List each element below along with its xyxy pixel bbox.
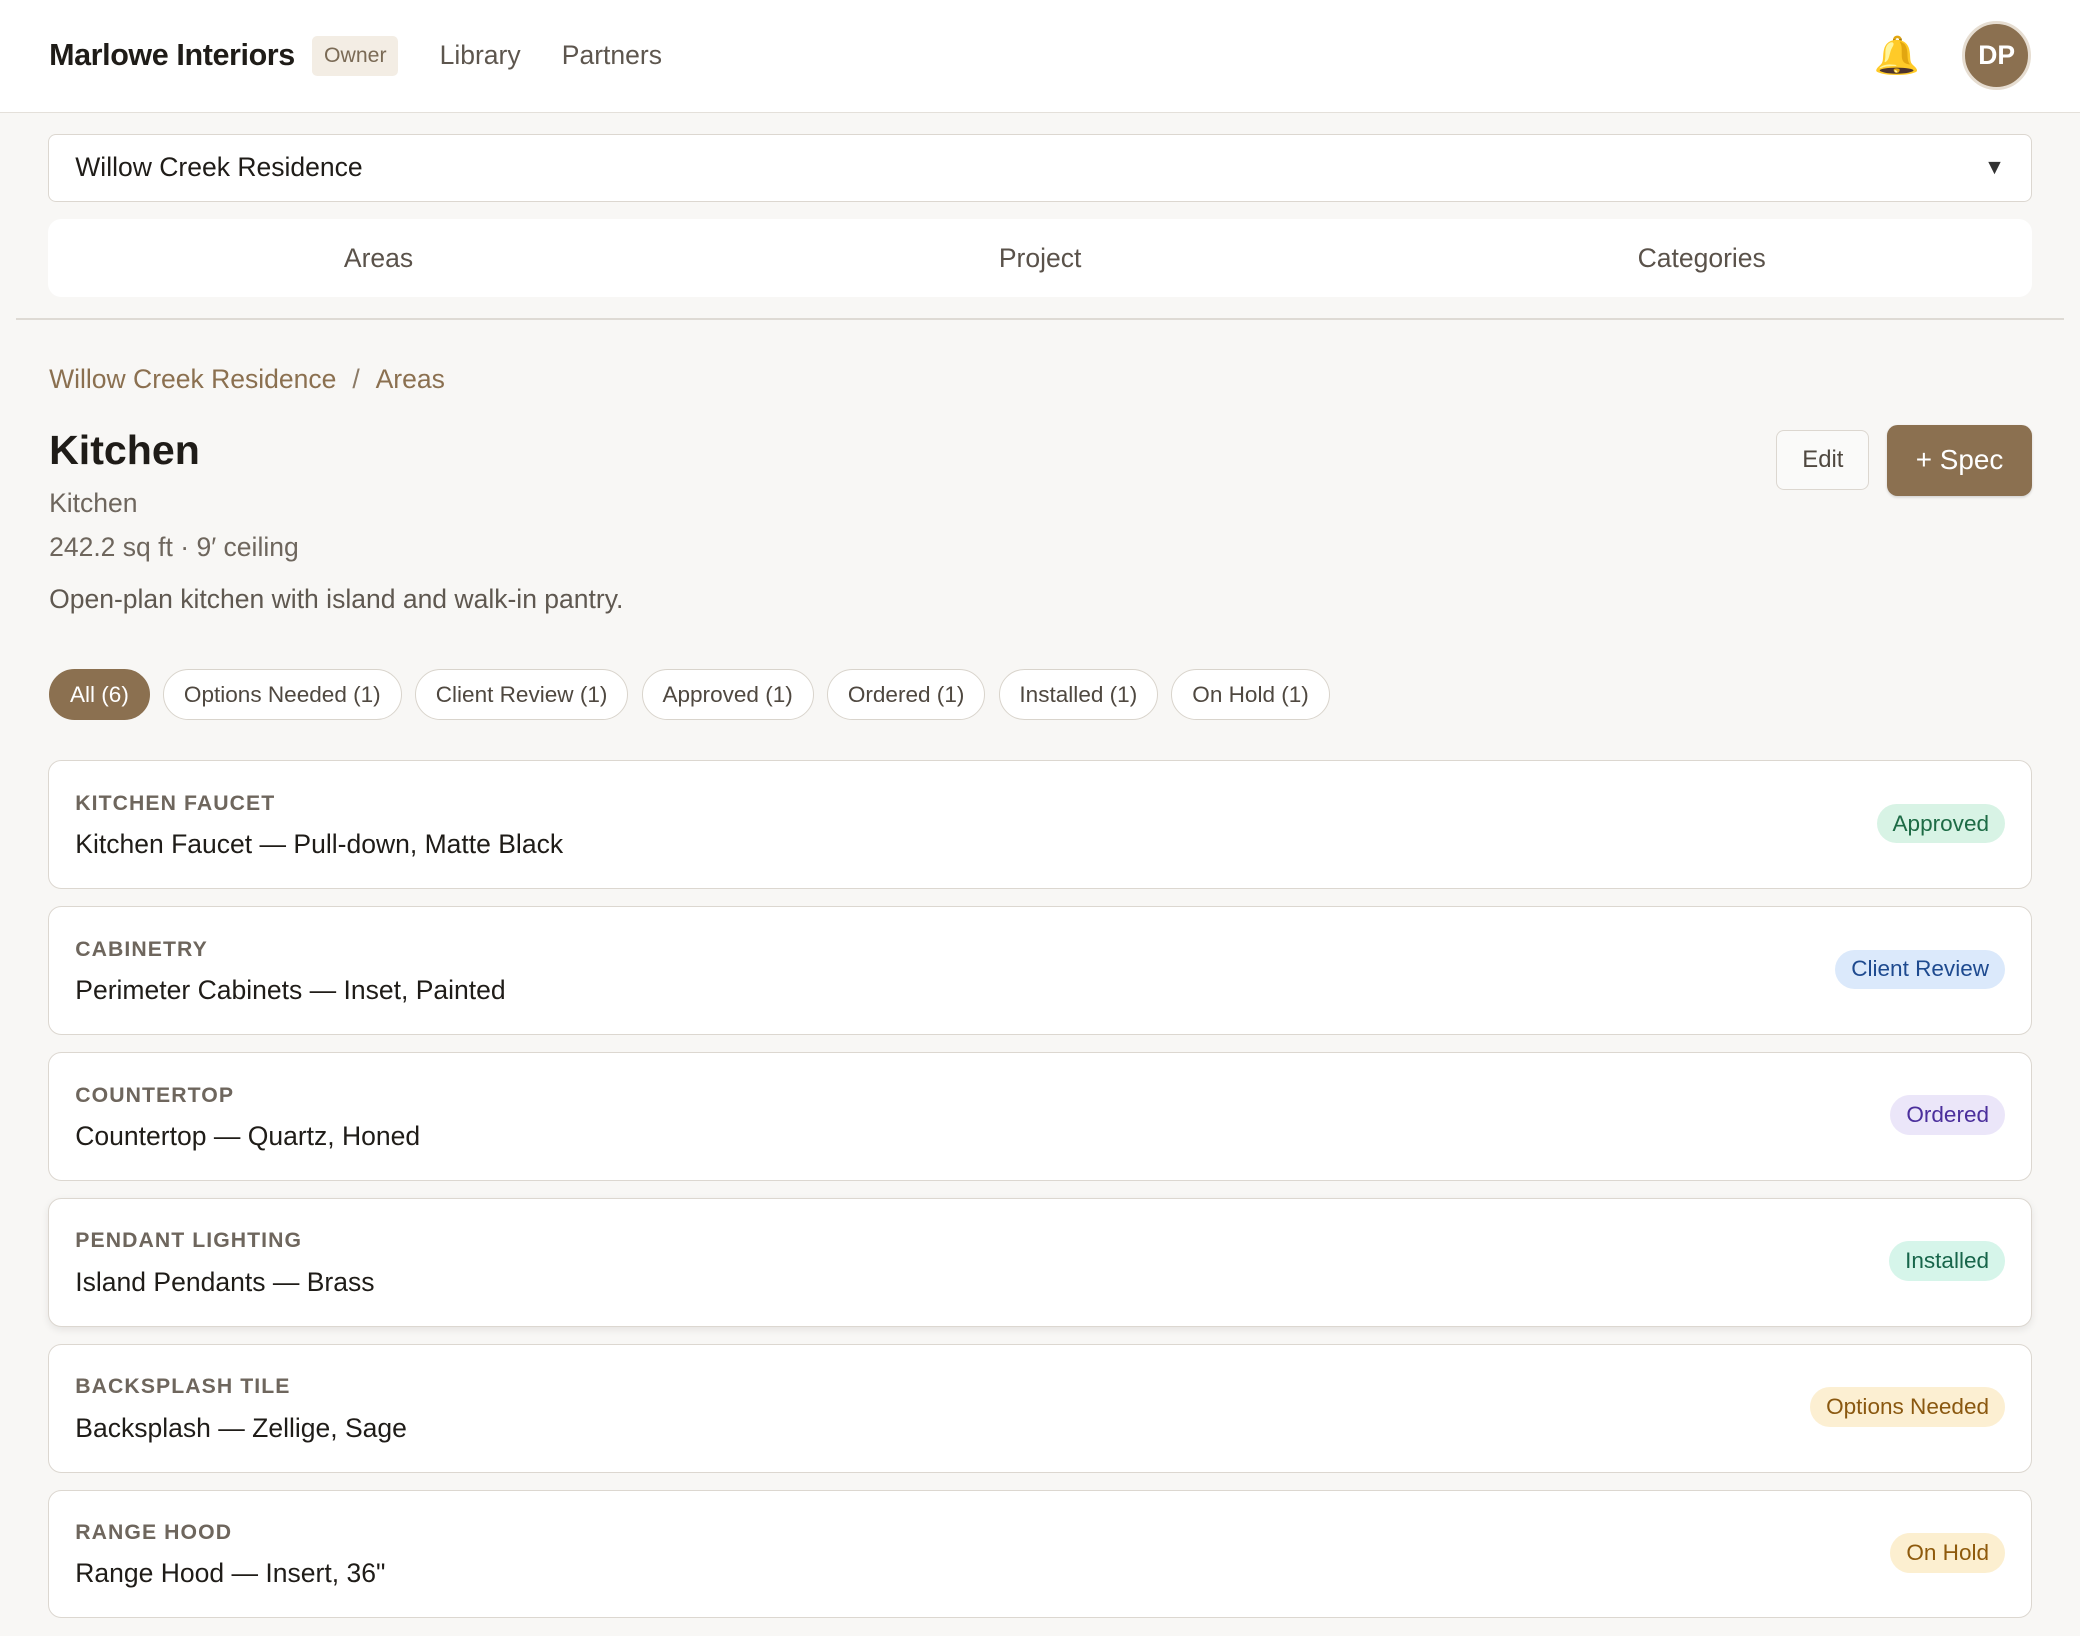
avatar[interactable]: DP: [1962, 21, 2032, 91]
filter-options-needed[interactable]: Options Needed (1): [163, 668, 402, 721]
filter-on-hold[interactable]: On Hold (1): [1171, 668, 1330, 721]
project-selector[interactable]: Willow Creek Residence ▼: [47, 133, 2033, 202]
filter-ordered[interactable]: Ordered (1): [826, 668, 986, 721]
status-badge: Approved: [1876, 803, 2005, 844]
spec-card[interactable]: BACKSPLASH TILE Backsplash — Zellige, Sa…: [47, 1343, 2033, 1473]
tab-categories[interactable]: Categories: [1371, 219, 2033, 297]
brand-logo[interactable]: Marlowe Interiors: [49, 38, 295, 73]
spec-category: BACKSPLASH TILE: [75, 1375, 291, 1399]
section-tabs: Areas Project Categories: [47, 218, 2033, 298]
breadcrumb-areas[interactable]: Areas: [376, 364, 445, 395]
spec-card[interactable]: COUNTERTOP Countertop — Quartz, Honed Or…: [47, 1052, 2033, 1181]
status-badge: Options Needed: [1810, 1387, 2005, 1428]
area-type: Kitchen: [49, 488, 138, 519]
project-selector-value: Willow Creek Residence: [75, 152, 363, 183]
chevron-down-icon: ▼: [1983, 155, 2005, 179]
bell-icon[interactable]: 🔔: [1874, 37, 1920, 74]
role-badge: Owner: [312, 35, 399, 76]
spec-name: Perimeter Cabinets — Inset, Painted: [75, 974, 506, 1005]
spec-name: Island Pendants — Brass: [75, 1266, 375, 1297]
spec-name: Range Hood — Insert, 36": [75, 1558, 386, 1589]
filter-installed[interactable]: Installed (1): [998, 668, 1159, 721]
tab-areas[interactable]: Areas: [48, 219, 710, 297]
spec-card[interactable]: CABINETRY Perimeter Cabinets — Inset, Pa…: [47, 906, 2033, 1035]
app-root: Marlowe Interiors Owner Library Partners…: [0, 0, 2080, 1636]
spec-category: CABINETRY: [75, 937, 208, 961]
status-badge: Ordered: [1890, 1095, 2005, 1136]
filter-approved[interactable]: Approved (1): [641, 668, 814, 721]
add-spec-button[interactable]: + Spec: [1886, 424, 2033, 497]
breadcrumb-separator: /: [352, 363, 360, 394]
area-dimensions: 242.2 sq ft · 9′ ceiling: [49, 532, 299, 562]
spec-category: PENDANT LIGHTING: [75, 1229, 303, 1253]
spec-category: KITCHEN FAUCET: [75, 791, 276, 815]
spec-category: RANGE HOOD: [75, 1521, 233, 1545]
breadcrumb-project[interactable]: Willow Creek Residence: [49, 364, 336, 395]
spec-card[interactable]: RANGE HOOD Range Hood — Insert, 36" On H…: [47, 1489, 2033, 1619]
filter-client-review[interactable]: Client Review (1): [414, 668, 629, 721]
spec-card[interactable]: PENDANT LIGHTING Island Pendants — Brass…: [47, 1197, 2033, 1327]
edit-button[interactable]: Edit: [1776, 429, 1870, 490]
status-filters: All (6) Options Needed (1) Client Review…: [49, 668, 1330, 721]
status-badge: On Hold: [1890, 1533, 2005, 1574]
top-nav: Marlowe Interiors Owner Library Partners…: [0, 0, 2080, 113]
divider: [15, 318, 2065, 320]
nav-partners[interactable]: Partners: [562, 40, 662, 71]
spec-name: Countertop — Quartz, Honed: [75, 1120, 421, 1151]
spec-name: Backsplash — Zellige, Sage: [75, 1412, 407, 1443]
filter-all[interactable]: All (6): [49, 668, 150, 721]
area-description: Open-plan kitchen with island and walk-i…: [49, 583, 624, 614]
spec-category: COUNTERTOP: [75, 1083, 235, 1107]
tab-project[interactable]: Project: [709, 219, 1371, 297]
spec-name: Kitchen Faucet — Pull-down, Matte Black: [75, 828, 564, 859]
spec-list: KITCHEN FAUCET Kitchen Faucet — Pull-dow…: [47, 760, 2033, 1636]
status-badge: Installed: [1889, 1241, 2005, 1282]
page-title: Kitchen: [49, 427, 200, 474]
spec-card[interactable]: KITCHEN FAUCET Kitchen Faucet — Pull-dow…: [47, 760, 2033, 889]
breadcrumb: Willow Creek Residence / Areas: [49, 364, 445, 395]
status-badge: Client Review: [1835, 949, 2005, 990]
nav-library[interactable]: Library: [440, 40, 521, 71]
